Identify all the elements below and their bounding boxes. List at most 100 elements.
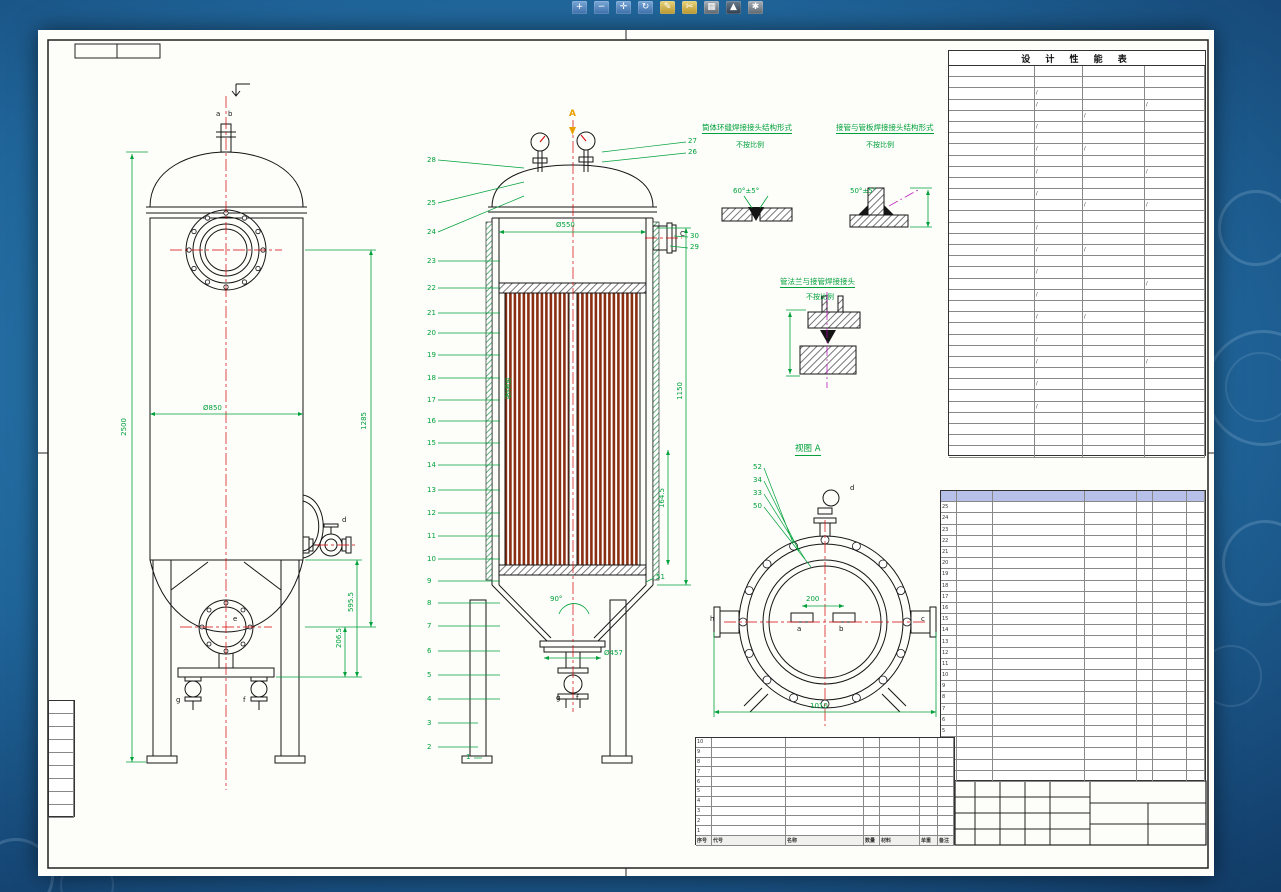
table-cell: 15 (941, 614, 957, 626)
options-icon[interactable]: ✱ (748, 1, 763, 14)
table-cell: / (1083, 110, 1145, 122)
dim-shell-length: 1150 (676, 382, 684, 400)
table-cell (1035, 390, 1083, 402)
table-row: / / (949, 312, 1205, 324)
view-a-letter-h: h (710, 615, 715, 623)
dim-weld-angle-2: 50°±5° (850, 187, 877, 195)
table-cell: 22 (941, 535, 957, 547)
table-cell (1035, 211, 1083, 223)
table-cell: / (1035, 312, 1083, 324)
table-cell (712, 786, 786, 797)
table-cell (1083, 435, 1145, 447)
table-cell (949, 256, 1035, 268)
table-cell (957, 658, 993, 670)
table-cell (993, 681, 1085, 693)
table-cell: / (1035, 245, 1083, 257)
table-cell (949, 323, 1035, 335)
pan-icon[interactable]: ✛ (616, 1, 631, 14)
table-row: 19 (941, 569, 1205, 581)
table-cell (1137, 569, 1153, 581)
part-balloon: 29 (690, 243, 699, 251)
table-cell (49, 805, 74, 818)
section-view-icon[interactable]: ✂ (682, 1, 697, 14)
table-cell (1153, 692, 1187, 704)
table-cell (1035, 446, 1083, 458)
table-cell (1035, 200, 1083, 212)
table-cell (1145, 88, 1205, 100)
table-cell (1137, 491, 1153, 503)
rotate-view-icon[interactable]: ↻ (638, 1, 653, 14)
part-balloon: 11 (427, 532, 436, 540)
table-cell (949, 356, 1035, 369)
part-balloon: 27 (688, 137, 697, 145)
table-cell (1153, 748, 1187, 760)
table-cell (1145, 334, 1205, 346)
table-row (949, 77, 1205, 89)
table-cell (1035, 110, 1083, 122)
table-cell (786, 738, 864, 748)
table-cell (712, 806, 786, 817)
table-cell (1137, 524, 1153, 536)
table-cell (1085, 491, 1137, 503)
table-row: 3 (941, 748, 1205, 760)
table-cell (1187, 647, 1205, 659)
table-cell (786, 747, 864, 758)
part-balloon: 26 (688, 148, 697, 156)
table-row: 10 (696, 738, 954, 748)
table-cell (1187, 703, 1205, 715)
table-cell (1083, 222, 1145, 234)
table-cell (864, 786, 880, 797)
table-cell (1187, 681, 1205, 693)
table-row (49, 792, 74, 805)
table-cell (1145, 412, 1205, 424)
table-cell: 序号 (696, 835, 712, 846)
table-cell (786, 806, 864, 817)
table-cell: 19 (941, 569, 957, 581)
table-cell (1187, 558, 1205, 570)
table-cell (938, 738, 954, 748)
table-cell (880, 777, 920, 787)
table-cell (712, 796, 786, 807)
table-cell (949, 334, 1035, 346)
table-cell (1145, 233, 1205, 245)
table-cell (1145, 345, 1205, 357)
table-row: 12 (941, 647, 1205, 659)
table-cell (49, 701, 74, 714)
table-cell (712, 777, 786, 787)
table-cell (957, 625, 993, 637)
table-cell (957, 714, 993, 726)
part-balloon: 23 (427, 257, 436, 265)
table-cell (1085, 714, 1137, 726)
part-balloon: 3 (427, 719, 432, 727)
table-row: 25 (941, 502, 1205, 514)
table-cell (786, 777, 864, 787)
table-cell (49, 740, 74, 753)
table-cell (1137, 770, 1153, 782)
table-row: / / (949, 99, 1205, 111)
table-cell (1153, 580, 1187, 592)
table-cell (880, 738, 920, 748)
table-row (949, 300, 1205, 313)
cad-application-window: + − ✛ ↻ ✎ ✂ ▦ ▲ ✱ 2500 Ø850 1285 595.5 2… (0, 0, 1281, 892)
table-cell (864, 747, 880, 758)
part-balloon: 52 (753, 463, 762, 471)
table-cell (1137, 703, 1153, 715)
design-performance-table: 设 计 性 能 表 / / / / / / / / / / / / / / / / / / / / / / / / / (948, 50, 1206, 458)
table-cell (1137, 625, 1153, 637)
table-row: / (949, 121, 1205, 134)
table-cell (1083, 99, 1145, 111)
zoom-out-icon[interactable]: − (594, 1, 609, 14)
display-style-icon[interactable]: ▦ (704, 1, 719, 14)
sketch-icon[interactable]: ✎ (660, 1, 675, 14)
appearance-icon[interactable]: ▲ (726, 1, 741, 14)
weld-detail-2-title: 接管与管板焊接接头结构形式 (836, 123, 934, 134)
table-cell (957, 569, 993, 581)
table-cell (1153, 658, 1187, 670)
table-cell (920, 767, 938, 778)
table-cell (1085, 513, 1137, 525)
table-cell (1153, 535, 1187, 547)
table-cell (1153, 770, 1187, 782)
zoom-in-icon[interactable]: + (572, 1, 587, 14)
table-row (949, 233, 1205, 245)
table-cell (949, 412, 1035, 424)
